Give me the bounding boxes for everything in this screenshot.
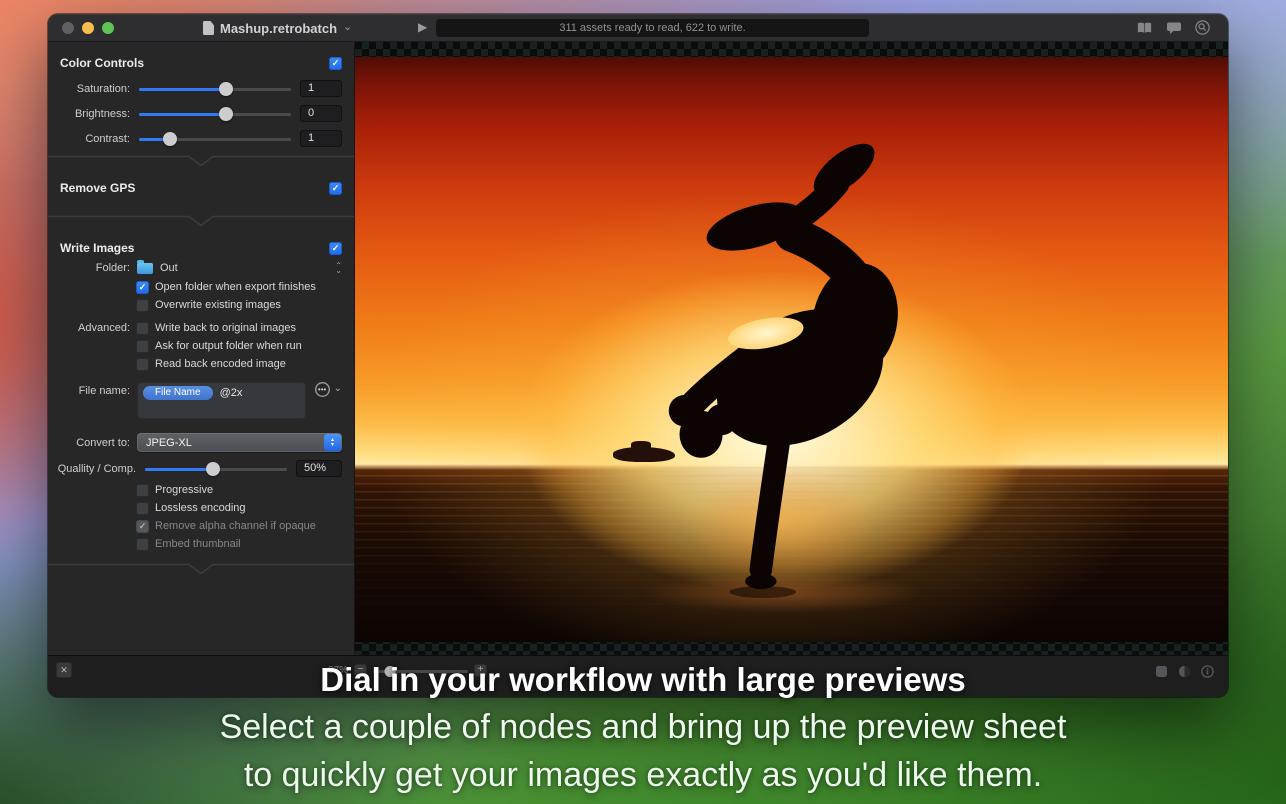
overwrite-existing-label: Overwrite existing images — [155, 299, 281, 311]
color-controls-node: Color Controls ✓ Saturation: 1 Brightnes… — [48, 42, 354, 155]
write-back-label: Write back to original images — [155, 322, 296, 334]
close-window-button[interactable] — [62, 22, 74, 34]
library-book-icon[interactable] — [1136, 21, 1153, 35]
overwrite-existing-checkbox[interactable] — [136, 299, 149, 312]
window-titlebar: Mashup.retrobatch ⌄ ▶ 311 assets ready t… — [48, 14, 1228, 42]
folder-icon — [137, 263, 153, 274]
file-name-field[interactable]: File Name @2x — [137, 382, 306, 419]
caption-subline-1: Select a couple of nodes and bring up th… — [0, 708, 1286, 747]
color-controls-enabled-checkbox[interactable]: ✓ — [329, 57, 342, 70]
info-icon[interactable] — [1201, 665, 1214, 683]
progressive-checkbox[interactable] — [136, 484, 149, 497]
write-images-title: Write Images — [60, 241, 134, 255]
breakdancer-silhouette — [655, 125, 900, 622]
status-bar: 311 assets ready to read, 622 to write. — [435, 18, 870, 38]
contrast-slider[interactable] — [137, 132, 293, 146]
grid-view-icon[interactable] — [1155, 665, 1168, 683]
progressive-label: Progressive — [155, 484, 213, 496]
zoom-in-button[interactable]: + — [474, 664, 487, 677]
ask-output-folder-checkbox[interactable] — [136, 340, 149, 353]
convert-to-label: Convert to: — [48, 437, 130, 449]
file-name-token[interactable]: File Name — [143, 386, 213, 400]
embed-thumbnail-checkbox — [136, 538, 149, 551]
write-images-node: Write Images ✓ Folder: Out ⌃⌄ ✓ Open fol… — [48, 227, 354, 557]
contrast-label: Contrast: — [48, 133, 130, 145]
zoom-percentage: 37% — [328, 665, 348, 676]
open-folder-checkbox[interactable]: ✓ — [136, 281, 149, 294]
embed-thumbnail-label: Embed thumbnail — [155, 538, 241, 550]
folder-value[interactable]: Out — [160, 262, 178, 274]
feedback-chat-icon[interactable] — [1166, 21, 1182, 35]
read-back-label: Read back encoded image — [155, 358, 286, 370]
brightness-label: Brightness: — [48, 108, 130, 120]
folder-label: Folder: — [48, 262, 130, 274]
caption-subline-2: to quickly get your images exactly as yo… — [0, 756, 1286, 795]
section-divider — [48, 563, 354, 575]
remove-gps-enabled-checkbox[interactable]: ✓ — [329, 182, 342, 195]
section-divider — [48, 215, 354, 227]
brightness-slider[interactable] — [137, 107, 293, 121]
preview-image — [355, 57, 1228, 642]
open-folder-label: Open folder when export finishes — [155, 281, 316, 293]
status-text: 311 assets ready to read, 622 to write. — [559, 22, 745, 34]
app-window: Mashup.retrobatch ⌄ ▶ 311 assets ready t… — [48, 14, 1228, 697]
saturation-label: Saturation: — [48, 83, 130, 95]
quality-slider[interactable] — [143, 462, 289, 476]
zoom-window-button[interactable] — [102, 22, 114, 34]
quality-value-field[interactable]: 50% — [296, 460, 342, 477]
remove-gps-title: Remove GPS — [60, 181, 135, 195]
ask-output-folder-label: Ask for output folder when run — [155, 340, 302, 352]
run-workflow-button[interactable]: ▶ — [418, 20, 427, 34]
remove-alpha-label: Remove alpha channel if opaque — [155, 520, 316, 532]
close-preview-button[interactable]: ✕ — [56, 662, 72, 678]
remove-alpha-checkbox: ✓ — [136, 520, 149, 533]
lossless-encoding-label: Lossless encoding — [155, 502, 246, 514]
folder-stepper[interactable]: ⌃⌄ — [335, 263, 342, 273]
preview-pane — [355, 42, 1228, 655]
window-title: Mashup.retrobatch — [220, 21, 337, 36]
zoom-slider[interactable] — [373, 665, 468, 677]
token-options-icon[interactable]: ••• — [315, 382, 330, 397]
read-back-checkbox[interactable] — [136, 358, 149, 371]
quality-label: Quallity / Comp. — [48, 463, 136, 475]
document-proxy-icon[interactable] — [203, 21, 214, 35]
file-name-label: File name: — [48, 382, 130, 397]
advanced-label: Advanced: — [48, 322, 130, 334]
color-controls-title: Color Controls — [60, 56, 144, 70]
saturation-slider[interactable] — [137, 82, 293, 96]
popup-arrows-icon: ▲▼ — [324, 434, 341, 451]
section-divider — [48, 155, 354, 167]
brightness-value-field[interactable]: 0 — [300, 105, 342, 122]
write-images-enabled-checkbox[interactable]: ✓ — [329, 242, 342, 255]
saturation-value-field[interactable]: 1 — [300, 80, 342, 97]
convert-to-popup[interactable]: JPEG-XL ▲▼ — [137, 433, 342, 452]
chevron-down-icon[interactable]: ⌄ — [343, 20, 352, 33]
window-bottombar: ✕ 37% − + — [48, 655, 1228, 697]
minimize-window-button[interactable] — [82, 22, 94, 34]
contrast-value-field[interactable]: 1 — [300, 130, 342, 147]
chevron-down-icon[interactable]: ⌄ — [334, 383, 342, 394]
lossless-encoding-checkbox[interactable] — [136, 502, 149, 515]
inspector-sidebar: Color Controls ✓ Saturation: 1 Brightnes… — [48, 42, 355, 655]
search-icon[interactable] — [1195, 20, 1210, 35]
write-back-checkbox[interactable] — [136, 322, 149, 335]
zoom-out-button[interactable]: − — [354, 664, 367, 677]
traffic-lights — [62, 22, 114, 34]
remove-gps-node: Remove GPS ✓ — [48, 167, 354, 215]
contrast-icon[interactable] — [1178, 665, 1191, 683]
